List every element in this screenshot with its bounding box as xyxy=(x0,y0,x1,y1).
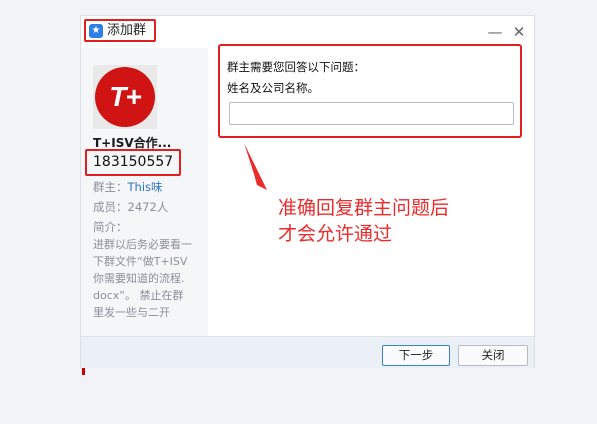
annotation-text: 准确回复群主问题后 才会允许通过 xyxy=(278,197,450,245)
title-highlight-box xyxy=(84,19,156,42)
group-avatar-logo: T+ xyxy=(95,67,155,127)
add-group-dialog: ★ 添加群 — ✕ T+ T+ISV合作... 183150557 群主：Thi… xyxy=(80,15,535,368)
background-marker xyxy=(82,367,85,375)
answer-input[interactable] xyxy=(229,102,514,125)
next-button[interactable]: 下一步 xyxy=(382,345,450,366)
dialog-footer: 下一步 关闭 xyxy=(81,336,534,368)
group-info-panel: T+ T+ISV合作... 183150557 群主：This味 成员：2472… xyxy=(81,48,208,336)
owner-label: 群主： xyxy=(93,180,128,194)
members-value: 2472人 xyxy=(127,200,169,214)
group-members: 成员：2472人 xyxy=(93,199,168,215)
group-owner: 群主：This味 xyxy=(93,179,163,195)
group-id-highlight-box xyxy=(85,149,181,176)
close-window-button[interactable]: ✕ xyxy=(509,22,529,42)
members-label: 成员： xyxy=(93,200,128,214)
question-text: 姓名及公司名称。 xyxy=(227,81,319,95)
close-button[interactable]: 关闭 xyxy=(458,345,528,366)
group-intro: 进群以后务必要看一 下群文件“做T+ISV 你需要知道的流程. docx”。 禁… xyxy=(93,238,192,319)
annotation-arrow-icon xyxy=(244,143,267,190)
owner-value[interactable]: This味 xyxy=(128,180,163,194)
group-avatar: T+ xyxy=(93,65,157,129)
question-title: 群主需要您回答以下问题： xyxy=(227,60,365,74)
minimize-button[interactable]: — xyxy=(485,22,505,42)
intro-label: 简介： xyxy=(93,220,128,234)
